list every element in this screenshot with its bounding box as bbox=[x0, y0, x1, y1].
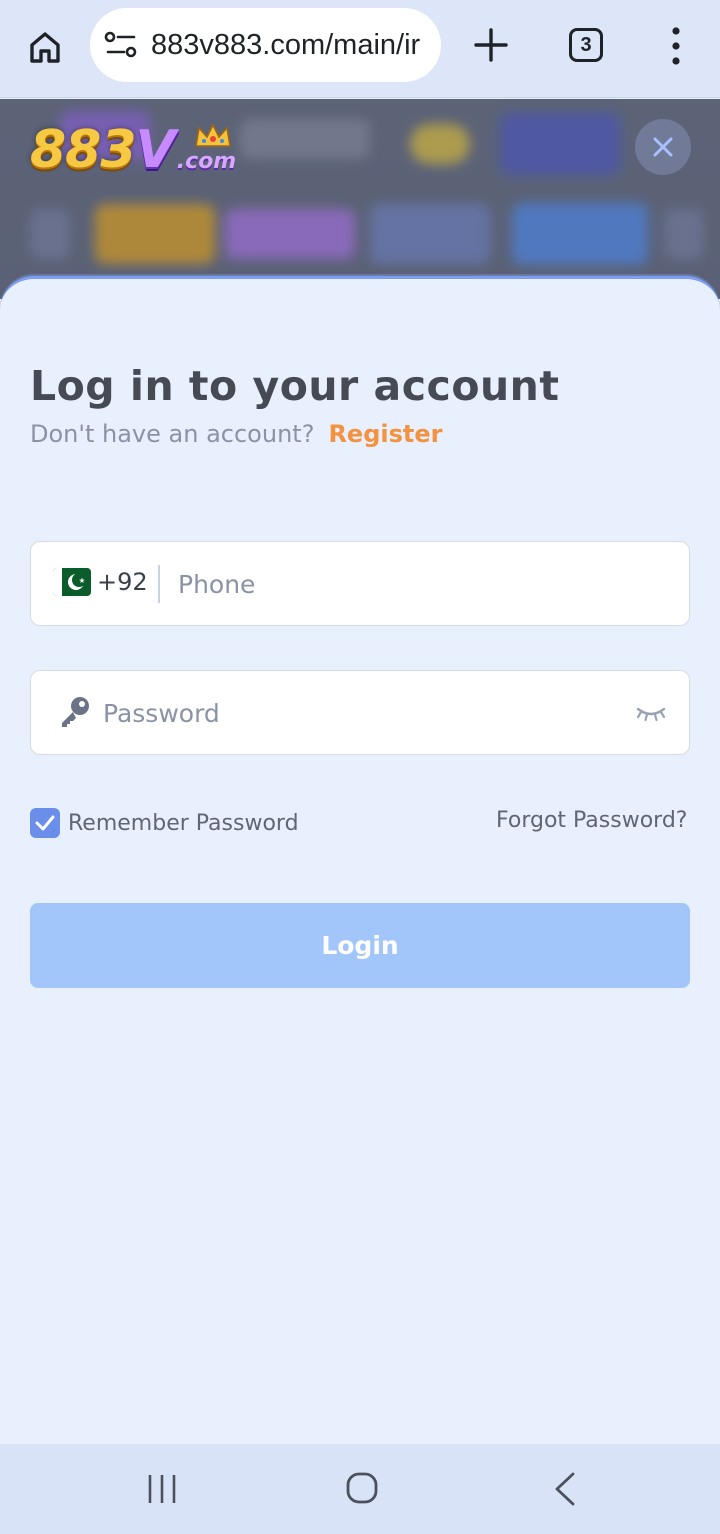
phone-field[interactable]: +92 bbox=[30, 541, 690, 626]
check-icon bbox=[35, 815, 55, 831]
tune-icon[interactable] bbox=[104, 30, 138, 60]
password-field[interactable] bbox=[30, 670, 690, 755]
remember-checkbox[interactable] bbox=[30, 808, 60, 838]
login-button[interactable]: Login bbox=[30, 903, 690, 988]
plus-icon[interactable] bbox=[470, 24, 512, 66]
logo-letter: V bbox=[135, 120, 176, 180]
register-link[interactable]: Register bbox=[328, 420, 442, 448]
no-account-text: Don't have an account? bbox=[30, 420, 315, 448]
logo-number: 883 bbox=[30, 120, 137, 180]
key-icon bbox=[62, 697, 89, 727]
crown-icon bbox=[195, 123, 231, 147]
logo-domain: .com bbox=[176, 149, 237, 174]
more-vert-icon[interactable] bbox=[664, 24, 688, 68]
url-text[interactable]: 883v883.com/main/ir bbox=[151, 27, 431, 63]
phone-input[interactable] bbox=[178, 564, 658, 604]
password-input[interactable] bbox=[103, 693, 623, 733]
system-nav-bar bbox=[0, 1444, 720, 1534]
back-icon[interactable] bbox=[552, 1471, 578, 1507]
close-icon bbox=[653, 137, 673, 157]
browser-home-button[interactable] bbox=[22, 24, 68, 70]
address-bar[interactable]: 883v883.com/main/ir bbox=[90, 8, 441, 82]
tabs-icon[interactable]: 3 bbox=[569, 28, 603, 62]
eye-closed-icon[interactable] bbox=[636, 703, 666, 723]
field-divider bbox=[158, 565, 160, 603]
remember-password[interactable]: Remember Password bbox=[30, 808, 299, 838]
home-icon bbox=[30, 32, 60, 63]
recents-icon[interactable] bbox=[146, 1472, 178, 1506]
login-sheet bbox=[0, 276, 720, 1444]
close-button[interactable] bbox=[635, 119, 691, 175]
remember-label[interactable]: Remember Password bbox=[68, 811, 299, 836]
register-prompt: Don't have an account? Register bbox=[30, 420, 442, 448]
country-dial-code[interactable]: +92 bbox=[97, 568, 148, 596]
pakistan-flag-icon[interactable] bbox=[53, 568, 91, 596]
forgot-password-link[interactable]: Forgot Password? bbox=[496, 808, 687, 833]
page-title: Log in to your account bbox=[30, 362, 560, 410]
browser-toolbar: 883v883.com/main/ir 3 bbox=[0, 0, 720, 98]
home-circle-icon[interactable] bbox=[345, 1471, 379, 1505]
